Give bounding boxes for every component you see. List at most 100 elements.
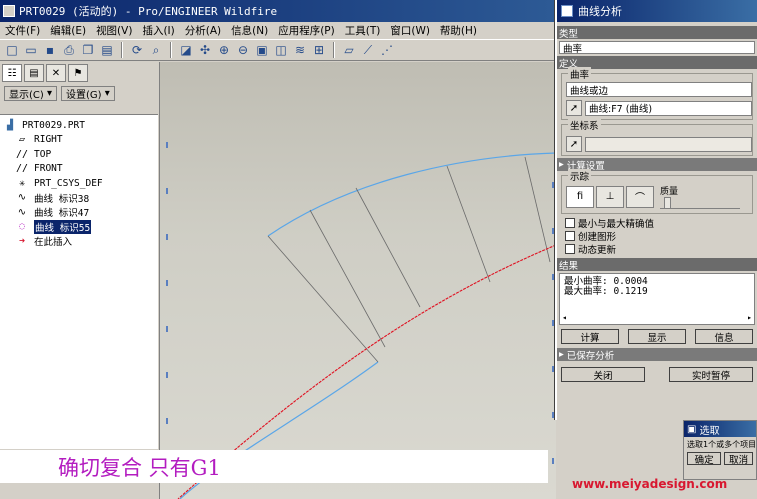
tree-item-label: TOP — [34, 148, 52, 160]
datum-plane-icon[interactable]: ▱ — [341, 42, 357, 58]
curvature-icon[interactable]: ⌒ — [626, 185, 654, 208]
repeat-button[interactable]: 实时暂停 — [669, 367, 753, 382]
copy-icon[interactable]: ❐ — [80, 42, 96, 58]
close-button[interactable]: 关闭 — [561, 367, 645, 382]
tree-item-label: PRT_CSYS_DEF — [34, 177, 103, 189]
select-ok-button[interactable]: 确定 — [687, 452, 722, 466]
refit-icon[interactable]: ▣ — [254, 42, 270, 58]
checkbox-box[interactable] — [565, 230, 575, 241]
scroll-right-icon[interactable]: ▸ — [747, 313, 752, 323]
saved-section-label: 已保存分析 — [566, 350, 615, 362]
select-popup-title-bar[interactable]: ▣ 选取 — [684, 421, 756, 437]
curve-type-field[interactable]: 曲线或边 — [566, 82, 752, 97]
tree-item-curve-47[interactable]: ∿ 曲线 标识47 — [0, 205, 158, 220]
menu-view[interactable]: 视图(V) — [91, 23, 137, 38]
zoom-in-icon[interactable]: ⊕ — [216, 42, 232, 58]
save-icon[interactable]: ▪ — [42, 42, 58, 58]
tree-item-curve-38[interactable]: ∿ 曲线 标识38 — [0, 191, 158, 206]
checkbox-min-max[interactable]: 最小与最大精确值 — [557, 216, 757, 230]
tree-item-insert-here[interactable]: ➜ 在此插入 — [0, 234, 158, 249]
type-field[interactable]: 曲率 — [559, 41, 755, 54]
saved-section-header[interactable]: ▸ 已保存分析 — [557, 348, 757, 362]
display-button[interactable]: 显示 — [628, 329, 686, 344]
folder-tab-icon[interactable]: ▤ — [24, 64, 44, 82]
dialog-footer: 关闭 实时暂停 — [557, 361, 757, 388]
tree-item-right[interactable]: ▱ RIGHT — [0, 133, 158, 148]
view-manager-icon[interactable]: ◫ — [273, 42, 289, 58]
menu-insert[interactable]: 插入(I) — [137, 23, 179, 38]
display-button-label: 显示 — [647, 332, 667, 344]
tree-item-label: 曲线 标识38 — [34, 193, 90, 205]
checkbox-box[interactable] — [565, 243, 575, 254]
curve-icon: ∿ — [17, 192, 27, 204]
curvature-comb — [309, 156, 551, 348]
tree-item-front[interactable]: // FRONT — [0, 162, 158, 177]
menu-info[interactable]: 信息(N) — [226, 23, 273, 38]
menu-window[interactable]: 窗口(W) — [385, 23, 435, 38]
connections-tab-icon[interactable]: ⚑ — [68, 64, 88, 82]
select-arrow-icon[interactable]: ➚ — [566, 136, 582, 152]
print-icon[interactable]: ⎙ — [61, 42, 77, 58]
part-icon: ▟ — [6, 119, 14, 131]
info-button-label: 信息 — [714, 332, 734, 344]
csys-icon[interactable]: ⊞ — [311, 42, 327, 58]
tree-item-top[interactable]: // TOP — [0, 147, 158, 162]
datum-point-icon[interactable]: ⋰ — [379, 42, 395, 58]
tree-item-curve-55[interactable]: ◌ 曲线 标识55 — [0, 219, 158, 235]
model-tree-tab-icon[interactable]: ☷ — [2, 64, 22, 82]
dialog-title-bar[interactable]: 曲线分析 — [557, 0, 757, 22]
select-cancel-button[interactable]: 取消 — [724, 452, 753, 466]
open-icon[interactable]: ▭ — [23, 42, 39, 58]
menu-analysis[interactable]: 分析(A) — [180, 23, 226, 38]
graphics-window[interactable] — [160, 62, 556, 499]
result-max: 最大曲率: 0.1219 — [564, 286, 648, 297]
quality-label: 质量 — [660, 187, 679, 197]
tree-item-label: RIGHT — [34, 134, 63, 146]
graph-icon[interactable]: ⊥ — [596, 185, 624, 208]
menu-edit[interactable]: 编辑(E) — [45, 23, 91, 38]
menu-help[interactable]: 帮助(H) — [435, 23, 482, 38]
tree-item-part[interactable]: ▟ PRT0029.PRT — [0, 118, 158, 133]
dialog-title: 曲线分析 — [578, 5, 622, 18]
checkbox-box[interactable] — [565, 217, 575, 228]
datum-axis-icon[interactable]: ⟋ — [360, 42, 376, 58]
scroll-left-icon[interactable]: ◂ — [562, 313, 567, 323]
compute-button[interactable]: 计算 — [561, 329, 619, 344]
slider-thumb[interactable] — [664, 197, 671, 209]
orient-icon[interactable]: ✣ — [197, 42, 213, 58]
csys-icon: ✳ — [18, 177, 26, 189]
quality-slider[interactable] — [660, 197, 740, 209]
tree-item-csys[interactable]: ✳ PRT_CSYS_DEF — [0, 176, 158, 191]
display-dropdown-label: 显示(C) — [9, 89, 44, 101]
new-icon[interactable]: □ — [4, 42, 20, 58]
close-button-label: 关闭 — [593, 370, 613, 382]
caption-bar: 确切复合 只有G1 — [0, 450, 548, 483]
display-dropdown[interactable]: 显示(C) ▾ — [4, 85, 57, 101]
layer-icon[interactable]: ≋ — [292, 42, 308, 58]
csys-field[interactable] — [585, 136, 752, 152]
repaint-icon[interactable]: ◪ — [178, 42, 194, 58]
type-section-header: 类型 — [557, 26, 757, 40]
checkbox-label: 创建图形 — [578, 231, 617, 243]
info-button[interactable]: 信息 — [695, 329, 753, 344]
favorites-tab-icon[interactable]: ✕ — [46, 64, 66, 82]
settings-dropdown[interactable]: 设置(G) ▾ — [61, 85, 115, 101]
checkbox-dynamic-update[interactable]: 动态更新 — [557, 242, 757, 256]
find-icon[interactable]: ⌕ — [148, 42, 164, 58]
curve-analysis-dialog: 曲线分析 类型 曲率 定义 曲率 曲线或边 ➚ 曲线:F7 (曲线) 坐标系 ➚… — [555, 0, 757, 420]
menu-file[interactable]: 文件(F) — [0, 23, 45, 38]
regen-icon[interactable]: ⟳ — [129, 42, 145, 58]
paste-icon[interactable]: ▤ — [99, 42, 115, 58]
zoom-out-icon[interactable]: ⊖ — [235, 42, 251, 58]
curve-blue-outer[interactable] — [267, 152, 556, 237]
select-popup-title: 选取 — [699, 425, 720, 437]
porcupine-icon[interactable]: ﬁ — [566, 185, 594, 208]
select-arrow-icon[interactable]: ➚ — [566, 100, 582, 116]
checkbox-create-graph[interactable]: 创建图形 — [557, 229, 757, 243]
results-section-label: 结果 — [559, 260, 579, 272]
menu-applications[interactable]: 应用程序(P) — [273, 23, 340, 38]
curve-select-value: 曲线:F7 (曲线) — [589, 104, 653, 115]
curve-select-field[interactable]: 曲线:F7 (曲线) — [585, 100, 752, 116]
curve-blue-end[interactable] — [267, 235, 379, 363]
menu-tools[interactable]: 工具(T) — [340, 23, 386, 38]
